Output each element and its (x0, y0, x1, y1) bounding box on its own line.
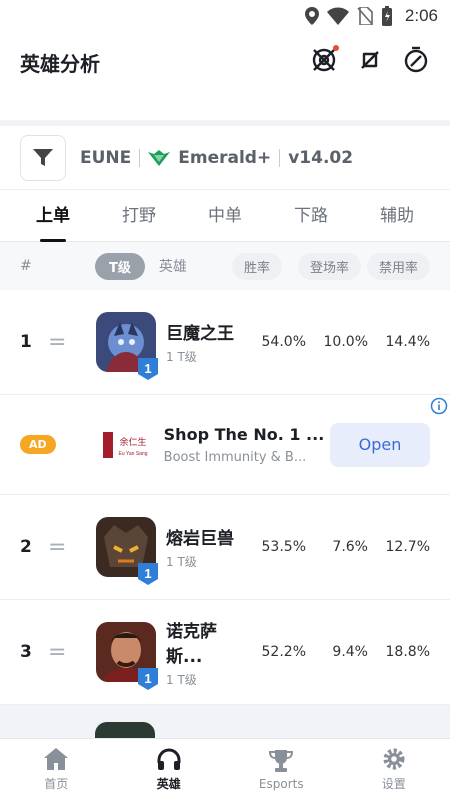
banrate-sort-pill[interactable]: 禁用率 (366, 252, 430, 280)
hero-name: 熔岩巨兽 (166, 529, 234, 549)
version-label[interactable]: v14.02 (288, 148, 353, 168)
svg-text:余仁生: 余仁生 (119, 436, 146, 448)
tier-badge-number: 1 (144, 566, 151, 581)
table-row[interactable]: 1 = 1 巨魔之王 1 T级 54.0% 10.0% 14.4% (0, 290, 450, 395)
headphones-icon (157, 748, 181, 770)
clock: 2:06 (404, 6, 438, 25)
rank-column-label: # (20, 258, 32, 274)
rank-label[interactable]: Emerald+ (178, 148, 271, 168)
hero-name: 诺克萨斯... (166, 621, 217, 667)
trend-indicator: = (48, 534, 67, 560)
wifi-icon (326, 7, 349, 25)
tier-badge-icon: 1 (138, 358, 158, 380)
ad-banner[interactable]: AD 余仁生 Eu Yan Sang Shop The No. 1 ... Boo… (0, 395, 450, 495)
trend-indicator: = (48, 639, 67, 665)
tab-support[interactable]: 辅助 (354, 190, 440, 242)
ad-subtitle: Boost Immunity & B... (163, 449, 307, 465)
ad-badge: AD (20, 435, 56, 454)
home-icon (44, 748, 69, 770)
winrate-sort-pill[interactable]: 胜率 (231, 252, 282, 280)
svg-text:Eu Yan Sang: Eu Yan Sang (118, 451, 147, 457)
tier-badge-icon: 1 (138, 563, 158, 585)
trophy-icon (269, 749, 294, 772)
nav-heroes[interactable]: 英雄 (113, 739, 226, 800)
win-rate: 54.0% (261, 334, 306, 350)
ban-rate: 18.8% (385, 644, 430, 660)
battery-icon (381, 6, 392, 26)
no-sim-icon (357, 7, 373, 25)
divider (139, 148, 141, 167)
timer-icon[interactable] (402, 46, 430, 74)
pickrate-sort-pill[interactable]: 登场率 (297, 252, 361, 280)
feather-icon[interactable] (356, 46, 384, 74)
tier-badge-number: 1 (144, 361, 151, 376)
crosshair-icon[interactable] (310, 45, 339, 74)
tier-badge-number: 1 (144, 671, 151, 686)
ad-title: Shop The No. 1 ... (163, 424, 325, 444)
win-rate: 52.2% (261, 644, 306, 660)
funnel-icon (33, 148, 53, 166)
location-icon (304, 7, 319, 25)
tier-badge-icon: 1 (138, 668, 158, 690)
table-row[interactable]: 2 = 1 熔岩巨兽 1 T级 53.5% 7.6% 12.7% (0, 495, 450, 600)
hero-tier: 1 T级 (166, 555, 197, 569)
rank-number: 2 (20, 537, 32, 557)
app-bar: 英雄分析 (0, 32, 450, 120)
divider (279, 148, 281, 167)
nav-label: 英雄 (156, 777, 181, 791)
ad-logo: 余仁生 Eu Yan Sang (102, 431, 151, 458)
tab-jungle[interactable]: 打野 (96, 190, 182, 242)
tier-sort-pill[interactable]: T级 (95, 252, 145, 280)
nav-esports[interactable]: Esports (225, 739, 338, 800)
tab-top[interactable]: 上单 (10, 190, 96, 242)
tab-mid[interactable]: 中单 (182, 190, 268, 242)
hero-name: 巨魔之王 (166, 324, 234, 344)
ban-rate: 14.4% (385, 334, 430, 350)
hero-tier: 1 T级 (166, 350, 197, 364)
ad-info-icon[interactable] (430, 397, 448, 415)
status-bar: 2:06 (0, 0, 450, 32)
table-row[interactable]: 3 = 1 诺克萨斯... 1 T级 52.2% 9.4% 18.8% (0, 600, 450, 705)
nav-home[interactable]: 首页 (0, 739, 113, 800)
nav-label: 设置 (381, 777, 406, 791)
hero-tier: 1 T级 (166, 672, 197, 687)
ban-rate: 12.7% (385, 539, 430, 555)
tab-bottom[interactable]: 下路 (268, 190, 354, 242)
nav-label: 首页 (44, 777, 69, 791)
trend-indicator: = (48, 329, 67, 355)
page-title: 英雄分析 (20, 52, 100, 76)
filter-bar: EUNE Emerald+ v14.02 (0, 126, 450, 190)
role-tabs: 上单 打野 中单 下路 辅助 (0, 190, 450, 242)
rank-number: 1 (20, 332, 32, 352)
region-label[interactable]: EUNE (80, 148, 131, 168)
filter-button[interactable] (20, 134, 66, 181)
nav-label: Esports (258, 776, 304, 791)
column-header: # T级 英雄 胜率 登场率 禁用率 (0, 242, 450, 290)
nav-settings[interactable]: 设置 (338, 739, 450, 800)
notification-dot (333, 45, 339, 51)
emerald-rank-icon (148, 149, 171, 166)
bottom-nav: 首页 英雄 Esports 设置 (0, 738, 450, 800)
gear-icon (383, 748, 405, 770)
win-rate: 53.5% (261, 539, 306, 555)
hero-column-label: 英雄 (158, 259, 187, 275)
ad-open-button[interactable]: Open (330, 422, 430, 467)
pick-rate: 10.0% (323, 334, 368, 350)
pick-rate: 9.4% (332, 644, 368, 660)
rank-number: 3 (20, 642, 32, 662)
pick-rate: 7.6% (332, 539, 368, 555)
